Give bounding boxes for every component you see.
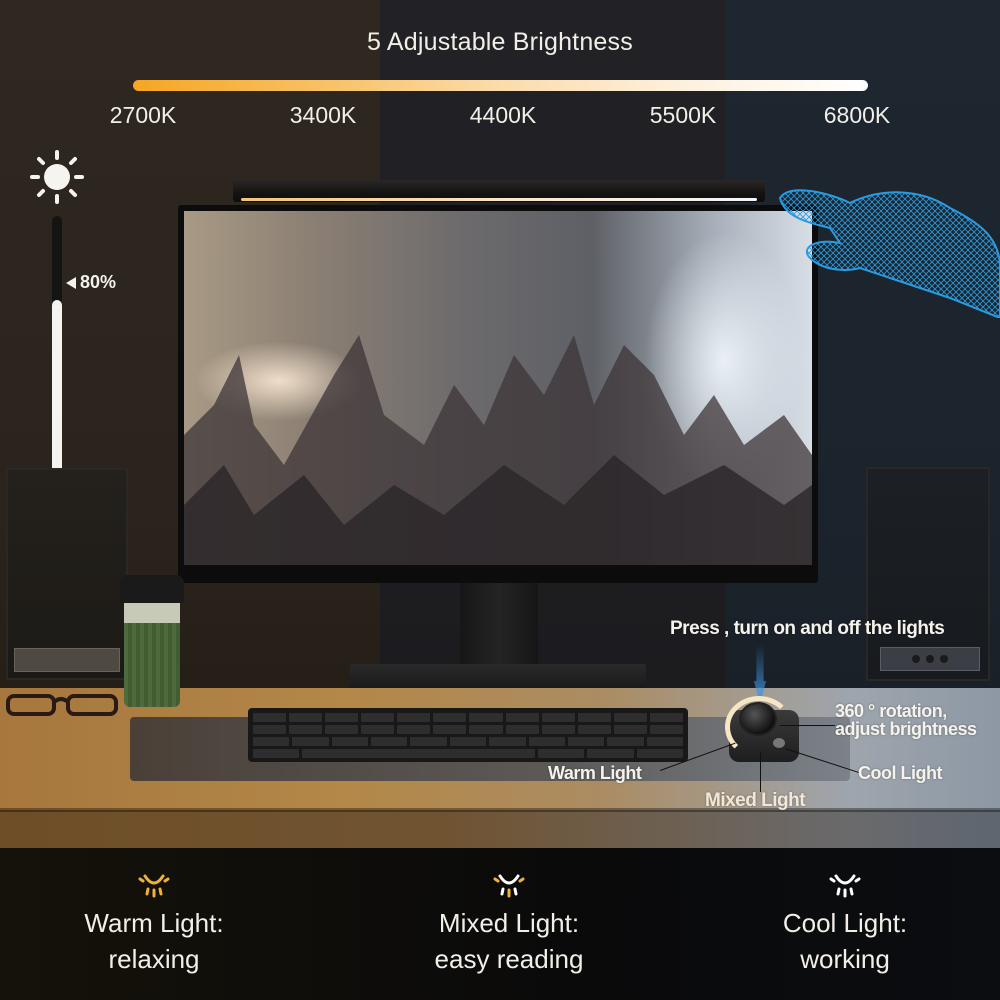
- dimmer-knob: [739, 702, 777, 736]
- brightness-level-indicator: 80%: [66, 272, 116, 293]
- sun-icon: [30, 150, 84, 204]
- green-tumbler-cup: [120, 575, 184, 707]
- warm-light-icon: [138, 874, 170, 898]
- monitor-light-bar: [233, 180, 765, 202]
- mode-warm-desc: relaxing: [108, 944, 200, 974]
- cool-light-annotation: Cool Light: [858, 763, 942, 783]
- pointer-triangle-icon: [66, 276, 76, 289]
- temp-label-5500k: 5500K: [649, 102, 717, 128]
- eyeglasses: [6, 694, 118, 716]
- monitor-stand: [460, 583, 538, 668]
- product-scene: 5 Adjustable Brightness 2700K 3400K 4400…: [0, 0, 1000, 1000]
- page-title: 5 Adjustable Brightness: [367, 28, 633, 56]
- temp-label-2700k: 2700K: [109, 102, 177, 128]
- monitor: [178, 205, 818, 583]
- mode-cool-desc: working: [800, 944, 890, 974]
- mode-button: [773, 738, 785, 748]
- temp-label-3400k: 3400K: [289, 102, 357, 128]
- keyboard: [248, 708, 688, 762]
- dimmer-controller: [725, 696, 805, 766]
- hand-wireframe-icon: [778, 189, 1000, 318]
- temp-label-6800k: 6800K: [823, 102, 891, 128]
- press-annotation: Press , turn on and off the lights: [670, 618, 945, 639]
- mixed-light-annotation: Mixed Light: [705, 790, 806, 811]
- mode-mixed: Mixed Light: easy reading: [389, 872, 629, 978]
- right-speaker: [866, 467, 990, 681]
- mixed-light-icon: [493, 874, 525, 898]
- brightness-level-label: 80%: [80, 272, 117, 292]
- color-temperature-bar: [133, 80, 868, 91]
- mode-warm: Warm Light: relaxing: [34, 872, 274, 978]
- mode-cool-title: Cool Light:: [782, 908, 908, 938]
- mode-mixed-title: Mixed Light:: [438, 908, 580, 938]
- rotation-annotation: 360 ° rotation, adjust brightness: [835, 701, 977, 739]
- mode-mixed-desc: easy reading: [434, 944, 584, 974]
- warm-light-annotation: Warm Light: [548, 763, 642, 783]
- mode-warm-title: Warm Light:: [84, 908, 224, 938]
- temp-label-4400k: 4400K: [469, 102, 537, 128]
- mode-cool: Cool Light: working: [725, 872, 965, 978]
- left-speaker: [6, 468, 128, 680]
- cool-light-icon: [829, 874, 861, 898]
- monitor-screen-artwork: [184, 211, 812, 565]
